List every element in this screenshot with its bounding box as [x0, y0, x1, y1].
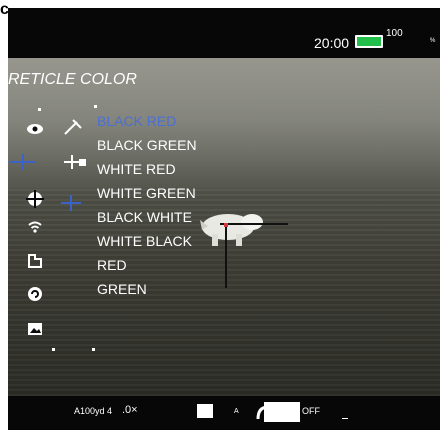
profile-label: A100yd 4 — [74, 406, 113, 416]
status-bar: 20:00 100 % — [8, 8, 440, 58]
refresh-icon[interactable] — [25, 286, 45, 304]
option-red[interactable]: RED — [97, 257, 127, 273]
option-white-green[interactable]: WHITE GREEN — [97, 185, 196, 201]
option-black-red[interactable]: BLACK RED — [97, 113, 176, 129]
menu-frame-dot — [94, 105, 97, 108]
gallery-icon[interactable] — [25, 321, 45, 339]
option-black-green[interactable]: BLACK GREEN — [97, 137, 197, 153]
zoom-level: .0× — [122, 404, 138, 416]
reticle-type-icon[interactable] — [63, 153, 89, 171]
menu-title: RETICLE COLOR — [8, 71, 137, 88]
battery-percent: 100 — [386, 28, 403, 39]
reticle-vertical-line — [225, 226, 227, 288]
reticle-center-dot — [224, 223, 228, 227]
battery-level-fill — [357, 37, 381, 46]
pip-state: OFF — [302, 406, 320, 416]
menu-frame-dot — [52, 348, 55, 351]
reticle-horizontal-line — [220, 223, 288, 225]
device-screen: 20:00 100 % RETICLE COLOR BLACK RED BLAC… — [8, 8, 440, 430]
storage-icon[interactable] — [25, 253, 45, 271]
reticle-blue-small-icon — [60, 194, 82, 212]
bottom-status-bar: A100yd 4 .0× A OFF — [8, 396, 440, 430]
pip-box — [264, 402, 300, 422]
option-black-white[interactable]: BLACK WHITE — [97, 209, 192, 225]
battery-unit: % — [430, 38, 436, 44]
battery-icon — [355, 35, 383, 48]
reticle-blue-icon — [8, 153, 38, 171]
status-dash — [342, 418, 348, 419]
indicator-box — [197, 404, 213, 418]
option-white-red[interactable]: WHITE RED — [97, 161, 176, 177]
menu-frame-dot — [92, 348, 95, 351]
option-green[interactable]: GREEN — [97, 281, 147, 297]
clock: 20:00 — [314, 35, 350, 51]
menu-frame-dot — [38, 108, 41, 111]
eye-icon[interactable] — [25, 122, 45, 140]
mode-letter: A — [234, 408, 239, 415]
crosshair-icon[interactable] — [25, 190, 45, 208]
option-white-black[interactable]: WHITE BLACK — [97, 233, 192, 249]
animal-silhouette — [200, 214, 263, 246]
wifi-icon[interactable] — [25, 220, 45, 238]
calibration-icon[interactable] — [63, 118, 83, 136]
